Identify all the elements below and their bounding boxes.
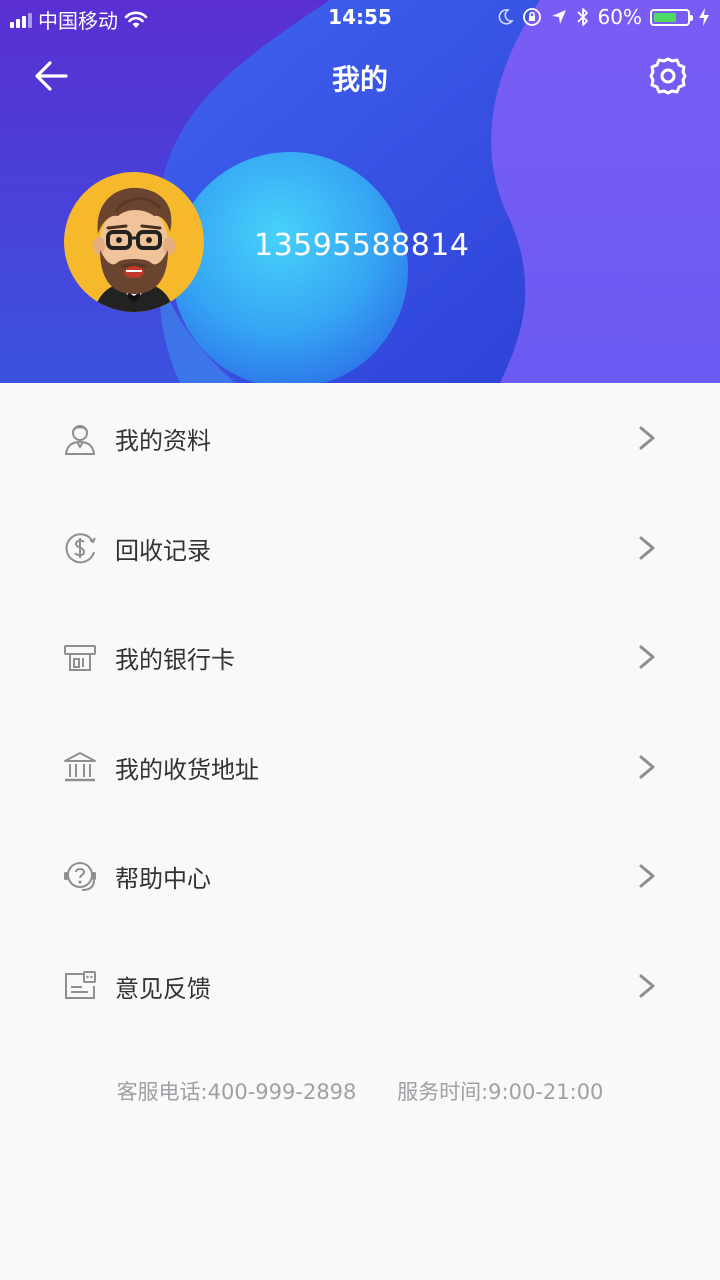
building-icon: [64, 751, 96, 781]
user-phone: 13595588814: [254, 228, 470, 263]
hotline-text: 客服电话:400-999-2898: [116, 1080, 357, 1104]
menu-item-label: 我的收货地址: [115, 755, 259, 784]
profile-header: 中国移动 14:55 60% 我的 13595588814: [0, 0, 720, 383]
status-bar: 中国移动 14:55 60%: [0, 0, 720, 38]
gear-icon: [649, 57, 687, 95]
menu-item-bank-card[interactable]: 我的银行卡: [0, 602, 720, 712]
bearded-man-avatar: [93, 187, 175, 312]
chevron-right-icon: [639, 645, 655, 669]
menu-item-label: 意见反馈: [115, 974, 211, 1003]
menu-item-help-center[interactable]: 帮助中心: [0, 821, 720, 931]
menu-item-label: 我的资料: [115, 427, 211, 455]
dollar-coin-icon: [65, 532, 96, 563]
battery-percent: 60%: [597, 5, 642, 29]
chevron-right-icon: [639, 755, 655, 778]
charging-icon: [699, 8, 709, 26]
help-headset-icon: [64, 862, 96, 891]
battery-icon: [650, 8, 693, 26]
page-title: 我的: [331, 63, 388, 96]
bluetooth-icon: [576, 8, 588, 26]
menu-item-profile[interactable]: 我的资料: [0, 383, 720, 493]
chevron-right-icon: [639, 536, 655, 559]
atm-card-icon: [64, 645, 96, 671]
chevron-right-icon: [639, 864, 655, 888]
location-icon: [551, 10, 566, 24]
menu-list: 我的资料 回收记录 我的银行卡 我的收货地址 帮助中心 意见反馈: [0, 383, 720, 1040]
chevron-right-icon: [639, 426, 655, 450]
nav-bar: 我的: [0, 48, 720, 100]
menu-item-label: 回收记录: [115, 536, 211, 565]
menu-item-recycle-records[interactable]: 回收记录: [0, 493, 720, 603]
rotation-lock-icon: [522, 8, 541, 26]
menu-item-label: 我的银行卡: [115, 646, 235, 674]
moon-icon: [498, 9, 514, 25]
battery-fill: [654, 12, 676, 22]
user-profile-icon: [64, 425, 96, 455]
menu-item-shipping-address[interactable]: 我的收货地址: [0, 712, 720, 822]
settings-button[interactable]: [646, 54, 690, 98]
menu-item-feedback[interactable]: 意见反馈: [0, 931, 720, 1041]
chevron-right-icon: [639, 974, 655, 997]
service-info: 客服电话:400-999-2898 服务时间:9:00-21:00: [0, 1076, 720, 1106]
avatar[interactable]: [64, 172, 204, 312]
feedback-icon: [65, 970, 96, 999]
menu-item-label: 帮助中心: [115, 865, 211, 893]
service-hours-text: 服务时间:9:00-21:00: [397, 1080, 604, 1104]
status-right: 60%: [496, 5, 710, 29]
